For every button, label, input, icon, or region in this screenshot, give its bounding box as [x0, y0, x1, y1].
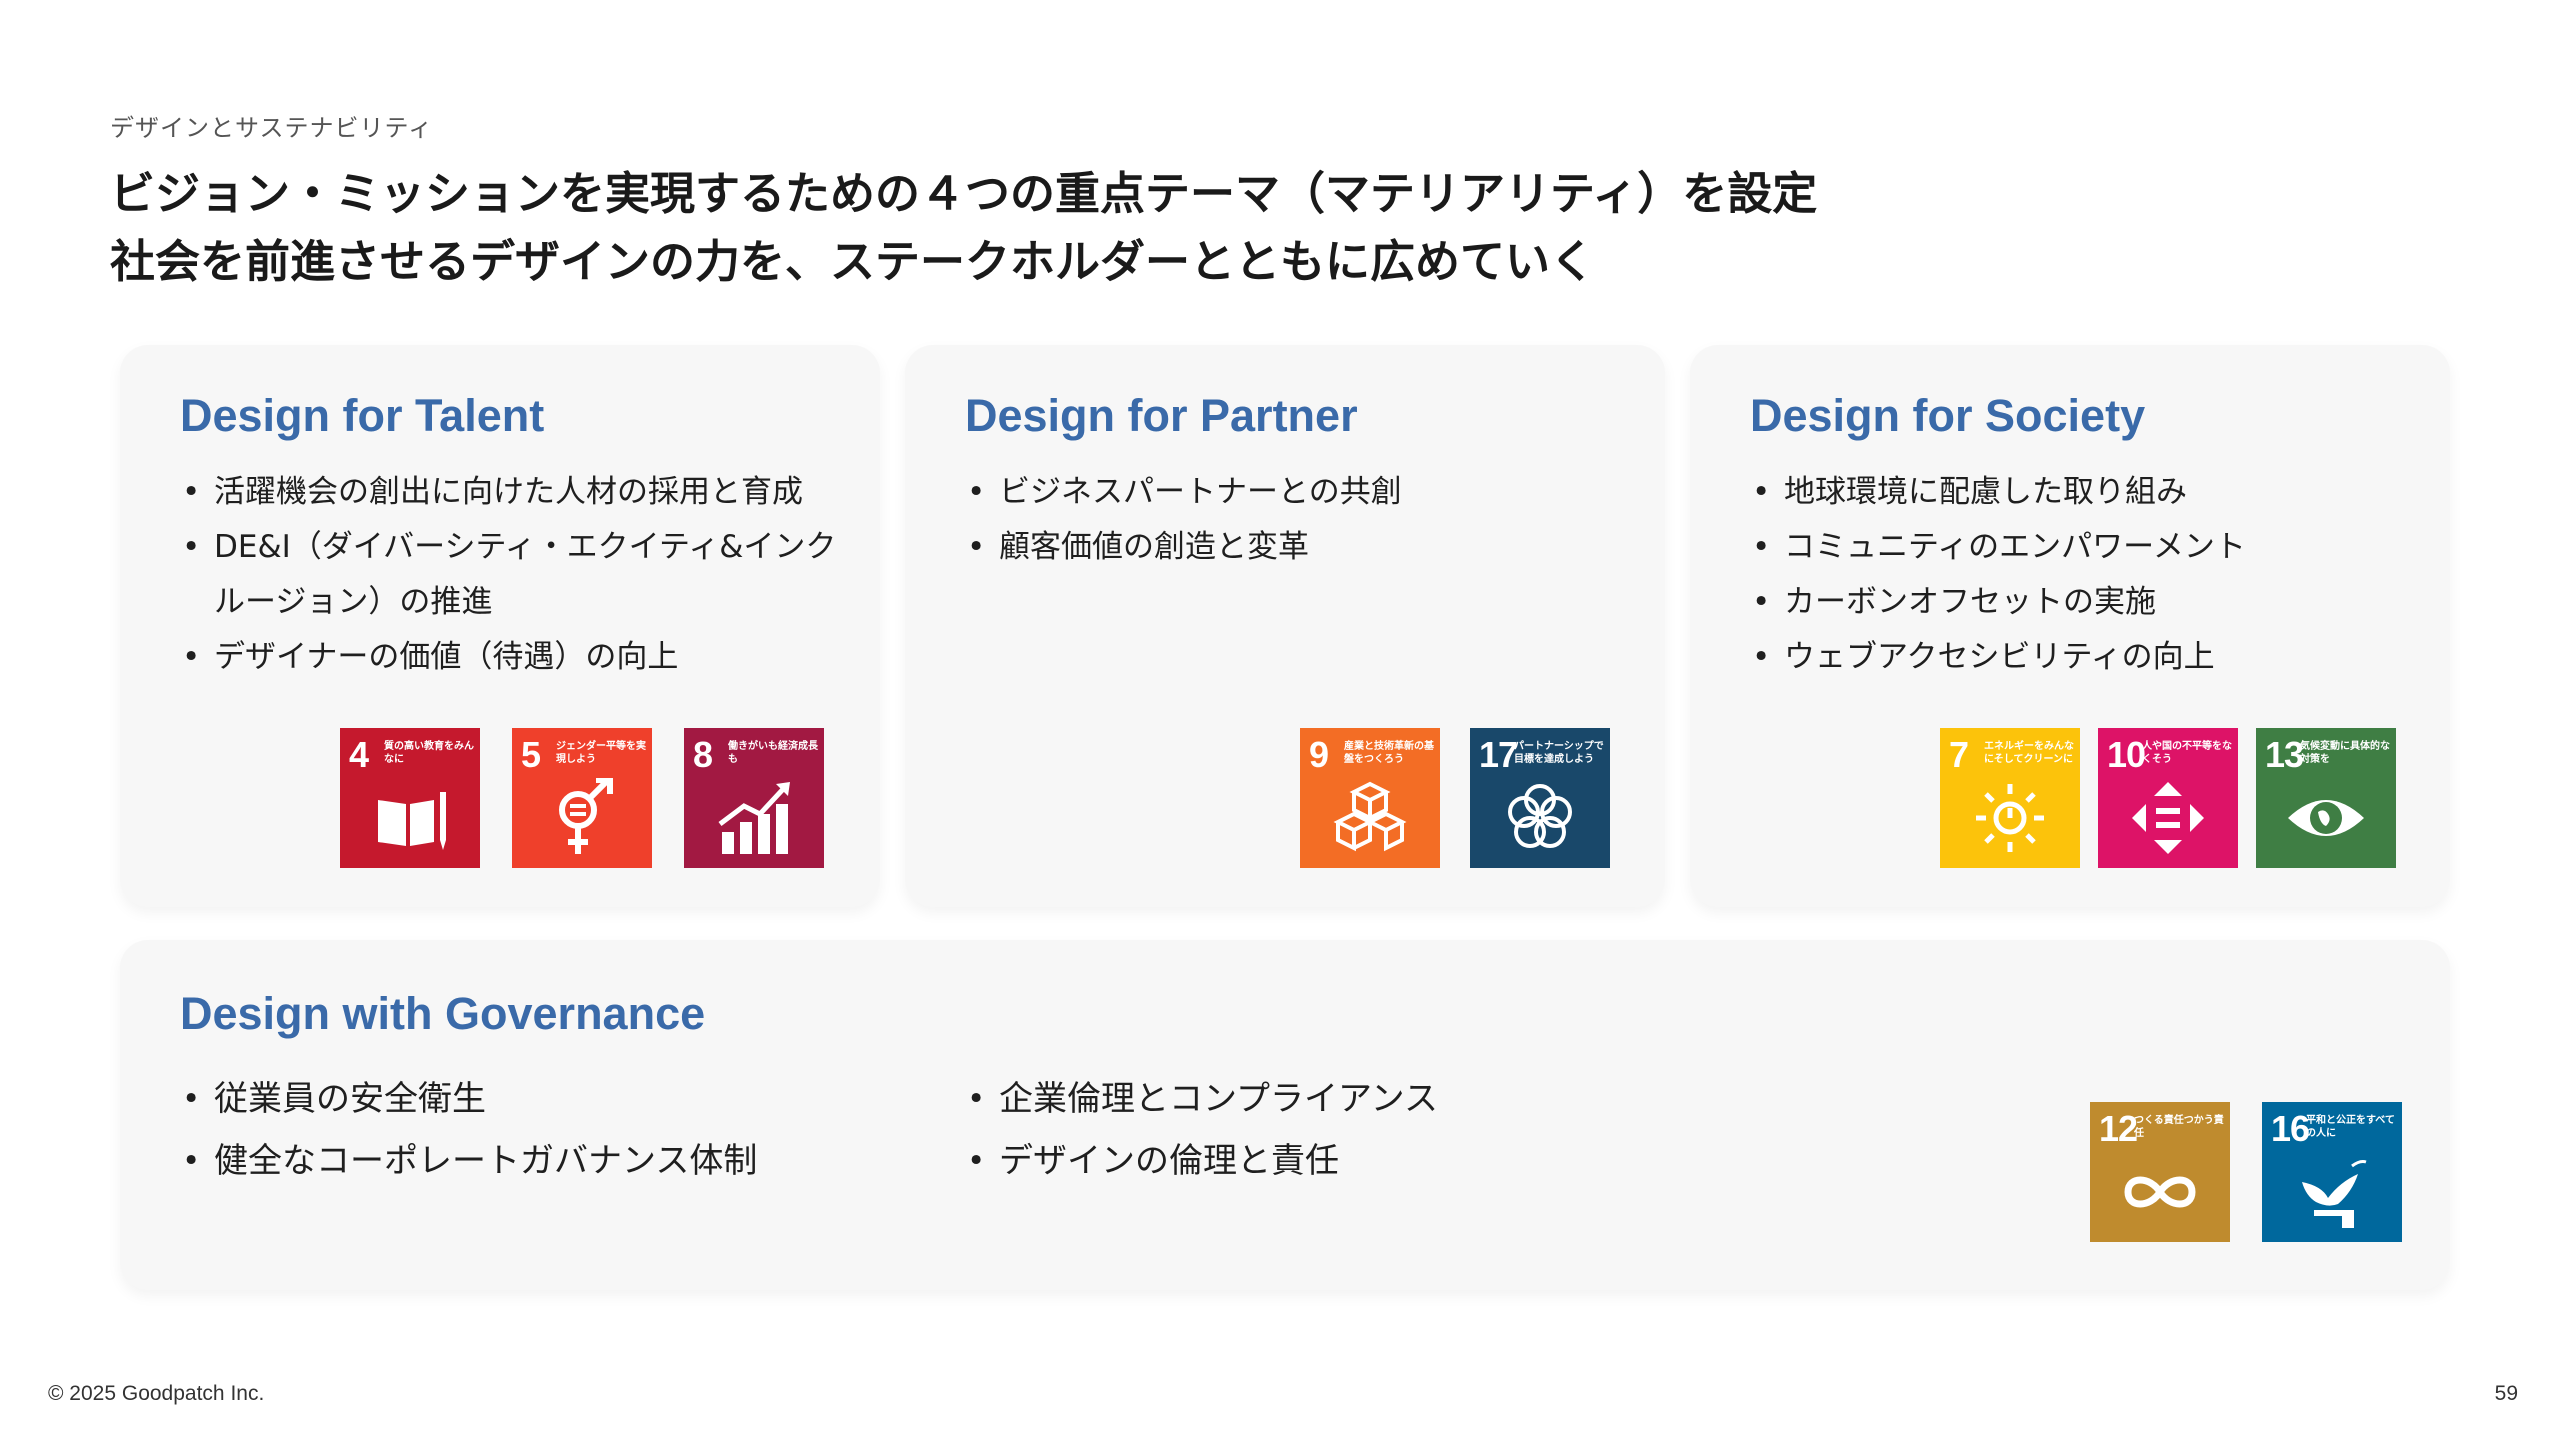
sdg-caption: パートナーシップで目標を達成しよう [1514, 741, 1604, 765]
infinity-icon [2124, 1176, 2196, 1208]
sdg-number: 7 [1949, 734, 1969, 775]
list-item: 健全なコーポレートガバナンス体制 [182, 1130, 922, 1192]
bullet-list: ビジネスパートナーとの共創 顧客価値の創造と変革 [967, 465, 1627, 575]
sdg-number: 16 [2271, 1108, 2310, 1149]
list-item: 企業倫理とコンプライアンス [967, 1068, 1707, 1130]
sdg-number: 17 [1479, 734, 1518, 775]
card-design-for-talent: Design for Talent 活躍機会の創出に向けた人材の採用と育成 DE… [120, 345, 880, 907]
sdg-tile-9: 9 産業と技術革新の基盤をつくろう [1300, 728, 1440, 868]
sdg-number: 13 [2265, 734, 2304, 775]
list-item: 地球環境に配慮した取り組み [1752, 465, 2412, 520]
sun-power-icon [1976, 784, 2044, 852]
list-item: デザインの倫理と責任 [967, 1130, 1707, 1192]
sdg-tile-12: 12 つくる責任つかう責任 [2090, 1102, 2230, 1242]
footer-copyright: © 2025 Goodpatch Inc. [48, 1382, 265, 1405]
list-item: カーボンオフセットの実施 [1752, 575, 2412, 630]
card-title: Design for Partner [965, 390, 1358, 441]
bullet-list-left: 従業員の安全衛生 健全なコーポレートガバナンス体制 [182, 1068, 922, 1192]
rings-icon [1508, 784, 1572, 848]
sdg-tile-4: 4 質の高い教育をみんなに [340, 728, 480, 868]
list-item: 従業員の安全衛生 [182, 1068, 922, 1130]
list-item: ウェブアクセシビリティの向上 [1752, 630, 2412, 685]
sdg-number: 12 [2099, 1108, 2138, 1149]
sdg-tile-8: 8 働きがいも経済成長も [684, 728, 824, 868]
card-design-for-partner: Design for Partner ビジネスパートナーとの共創 顧客価値の創造… [905, 345, 1665, 907]
sdg-number: 4 [349, 734, 369, 775]
card-design-with-governance: Design with Governance 従業員の安全衛生 健全なコーポレー… [120, 940, 2450, 1290]
sdg-tile-17: 17 パートナーシップで目標を達成しよう [1470, 728, 1610, 868]
eyebrow-label: デザインとサステナビリティ [110, 114, 434, 142]
headline-line-1: ビジョン・ミッションを実現するための４つの重点テーマ（マテリアリティ）を設定 [110, 167, 1818, 220]
sdg-tile-10: 10 人や国の不平等をなくそう [2098, 728, 2238, 868]
sdg-caption: 人や国の不平等をなくそう [2142, 741, 2232, 765]
cubes-icon [1333, 781, 1407, 852]
list-item: 顧客価値の創造と変革 [967, 520, 1627, 575]
list-item: デザイナーの価値（待遇）の向上 [182, 630, 842, 685]
sdg-number: 10 [2107, 734, 2146, 775]
page-headline: ビジョン・ミッションを実現するための４つの重点テーマ（マテリアリティ）を設定 社… [110, 160, 1817, 296]
bullet-list: 活躍機会の創出に向けた人材の採用と育成 DE&I（ダイバーシティ・エクイティ&イ… [182, 465, 842, 685]
sdg-caption: つくる責任つかう責任 [2134, 1115, 2224, 1139]
equality-arrows-icon [2132, 782, 2204, 854]
sdg-caption: 働きがいも経済成長も [728, 741, 818, 765]
bullet-list-right: 企業倫理とコンプライアンス デザインの倫理と責任 [967, 1068, 1707, 1192]
gender-equality-icon [559, 778, 613, 854]
card-design-for-society: Design for Society 地球環境に配慮した取り組み コミュニティの… [1690, 345, 2450, 907]
sdg-caption: ジェンダー平等を実現しよう [556, 741, 646, 765]
sdg-tile-13: 13 気候変動に具体的な対策を [2256, 728, 2396, 868]
sdg-tile-5: 5 ジェンダー平等を実現しよう [512, 728, 652, 868]
sdg-number: 5 [521, 734, 541, 775]
earth-eye-icon [2288, 800, 2364, 836]
card-title: Design for Society [1750, 390, 2146, 441]
sdg-caption: エネルギーをみんなにそしてクリーンに [1984, 741, 2074, 765]
bullet-list: 地球環境に配慮した取り組み コミュニティのエンパワーメント カーボンオフセットの… [1752, 465, 2412, 685]
card-title: Design with Governance [180, 988, 706, 1039]
list-item: DE&I（ダイバーシティ・エクイティ&インクルージョン）の推進 [182, 520, 842, 630]
sdg-tile-16: 16 平和と公正をすべての人に [2262, 1102, 2402, 1242]
sdg-caption: 平和と公正をすべての人に [2306, 1115, 2395, 1139]
sdg-tile-7: 7 エネルギーをみんなにそしてクリーンに [1940, 728, 2080, 868]
page-number: 59 [2494, 1382, 2518, 1405]
sdg-caption: 気候変動に具体的な対策を [2300, 741, 2390, 765]
book-pencil-icon [378, 792, 446, 850]
sdg-caption: 質の高い教育をみんなに [384, 741, 474, 765]
card-title: Design for Talent [180, 390, 545, 441]
list-item: 活躍機会の創出に向けた人材の採用と育成 [182, 465, 842, 520]
sdg-number: 8 [693, 734, 713, 775]
dove-icon [2302, 1160, 2367, 1228]
growth-chart-icon [718, 782, 790, 854]
headline-line-2: 社会を前進させるデザインの力を、ステークホルダーとともに広めていく [110, 235, 1596, 288]
list-item: ビジネスパートナーとの共創 [967, 465, 1627, 520]
sdg-number: 9 [1309, 734, 1329, 775]
list-item: コミュニティのエンパワーメント [1752, 520, 2412, 575]
sdg-caption: 産業と技術革新の基盤をつくろう [1344, 741, 1434, 765]
